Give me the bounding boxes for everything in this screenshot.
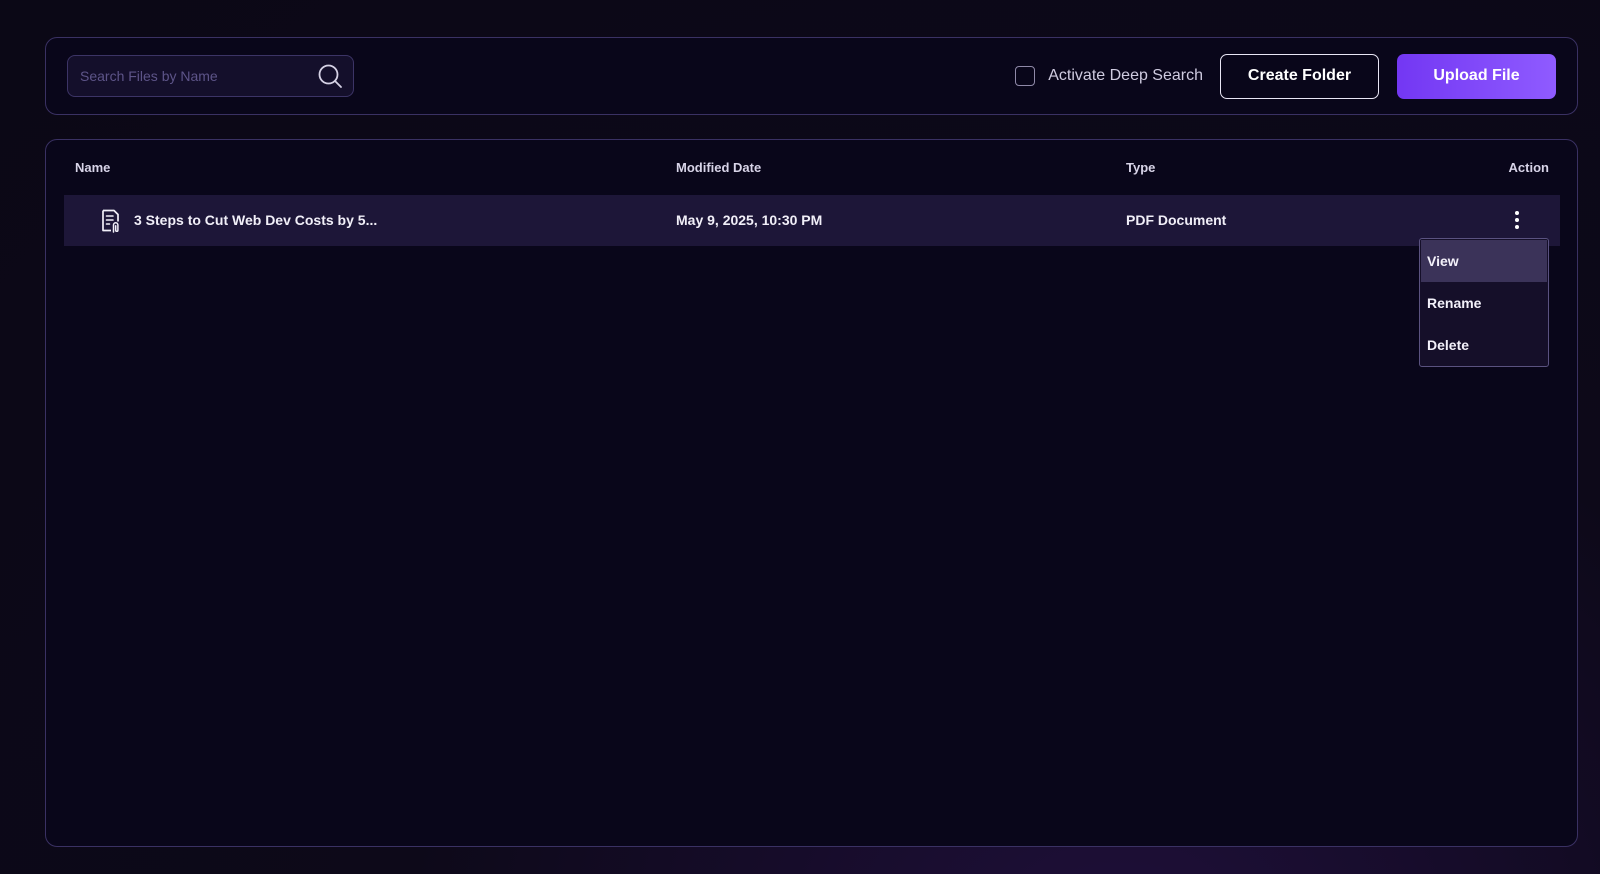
document-icon [99, 208, 123, 234]
column-header-modified-date[interactable]: Modified Date [676, 160, 761, 175]
kebab-dot [1515, 218, 1519, 222]
more-vertical-icon[interactable] [1509, 207, 1525, 233]
menu-item-view[interactable]: View [1421, 240, 1547, 282]
create-folder-button[interactable]: Create Folder [1220, 53, 1379, 99]
kebab-dot [1515, 225, 1519, 229]
kebab-dot [1515, 211, 1519, 215]
search-icon[interactable] [317, 63, 343, 89]
table-header: Name Modified Date Type Action [46, 140, 1577, 194]
search-input[interactable] [80, 68, 317, 84]
column-header-type[interactable]: Type [1126, 160, 1155, 175]
file-modified-date: May 9, 2025, 10:30 PM [676, 212, 823, 228]
file-table-panel: Name Modified Date Type Action 3 Steps t… [45, 139, 1578, 847]
column-header-name[interactable]: Name [75, 160, 110, 175]
toolbar: Activate Deep Search Create Folder Uploa… [45, 37, 1578, 115]
action-menu: View Rename Delete [1419, 238, 1549, 367]
deep-search-toggle[interactable]: Activate Deep Search [1015, 66, 1203, 86]
menu-item-delete[interactable]: Delete [1421, 324, 1547, 366]
file-type: PDF Document [1126, 212, 1227, 228]
menu-item-rename[interactable]: Rename [1421, 282, 1547, 324]
upload-file-button[interactable]: Upload File [1397, 53, 1556, 99]
deep-search-checkbox[interactable] [1015, 66, 1036, 86]
file-name[interactable]: 3 Steps to Cut Web Dev Costs by 5... [134, 212, 377, 228]
deep-search-label: Activate Deep Search [1048, 67, 1203, 84]
toolbar-actions: Activate Deep Search Create Folder Uploa… [1015, 53, 1556, 99]
column-header-action: Action [1508, 160, 1549, 175]
table-row[interactable]: 3 Steps to Cut Web Dev Costs by 5... May… [64, 195, 1560, 246]
search-box[interactable] [67, 55, 354, 97]
